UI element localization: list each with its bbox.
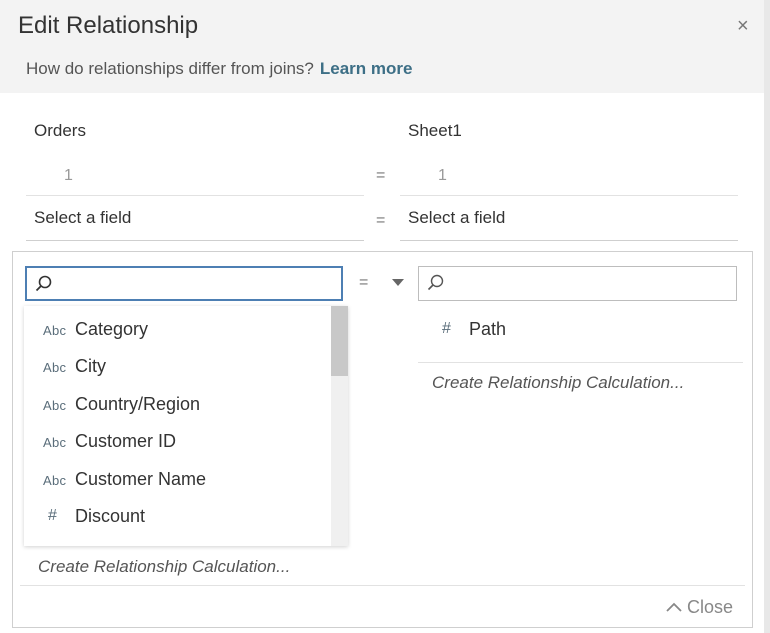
string-type-icon: Abc [43,323,67,338]
field-label: Country/Region [75,394,201,414]
field-label: Customer Name [75,469,207,489]
right-create-calc-link[interactable]: Create Relationship Calculation... [432,373,684,393]
scrollbar-thumb[interactable] [331,306,348,376]
chevron-down-icon[interactable] [392,279,404,286]
left-field-placeholder: Select a field [34,208,132,227]
select-operator: = [376,212,386,229]
divider [20,585,745,586]
dialog-header: Edit Relationship × How do relationships… [0,0,764,93]
close-icon[interactable]: × [737,16,749,36]
picker-operator[interactable]: = [359,274,368,292]
string-type-icon: Abc [43,435,67,450]
divider [26,195,364,196]
left-clause-value[interactable]: 1 [64,167,73,185]
clause-operator: = [376,167,386,184]
field-label: Path [469,319,507,339]
number-type-icon: # [48,507,57,524]
field-label: Category [75,319,149,339]
learn-more-link[interactable]: Learn more [320,59,413,78]
list-item[interactable]: Abc Customer ID [24,427,330,463]
right-table-name: Sheet1 [408,121,462,140]
divider [400,195,738,196]
divider [418,362,743,363]
close-button[interactable]: Close [666,597,733,618]
string-type-icon: Abc [43,360,67,375]
field-label: City [75,356,106,376]
string-type-icon: Abc [43,473,67,488]
chevron-up-icon [666,597,682,618]
number-type-icon: # [442,320,451,337]
list-item[interactable]: Abc Category [24,315,330,351]
subtitle-text: How do relationships differ from joins? [26,59,314,78]
list-item[interactable]: # Path [418,315,738,351]
list-item[interactable]: Abc Customer Name [24,465,330,501]
list-scrollbar[interactable] [331,306,348,546]
search-icon [427,274,444,291]
close-label: Close [687,597,734,617]
list-item[interactable]: # Discount [24,502,330,538]
left-field-list: Abc Category Abc City Abc Country/Region… [24,306,348,546]
right-field-placeholder: Select a field [408,208,506,227]
dialog-subtitle: How do relationships differ from joins? L… [26,59,412,79]
search-icon [35,275,52,292]
list-item[interactable]: Abc Country/Region [24,390,330,426]
field-label: Customer ID [75,431,177,451]
left-field-select[interactable]: Select a field [26,197,364,241]
string-type-icon: Abc [43,398,67,413]
left-create-calc-link[interactable]: Create Relationship Calculation... [38,557,290,577]
right-search-input[interactable] [418,266,737,301]
dialog-title: Edit Relationship [18,12,199,39]
list-item[interactable]: Abc City [24,352,330,388]
right-field-select[interactable]: Select a field [400,197,738,241]
left-table-name: Orders [34,121,86,140]
field-label: Discount [75,506,146,526]
window-edge [764,0,770,633]
right-clause-value[interactable]: 1 [438,167,447,185]
left-search-input[interactable] [25,266,343,301]
